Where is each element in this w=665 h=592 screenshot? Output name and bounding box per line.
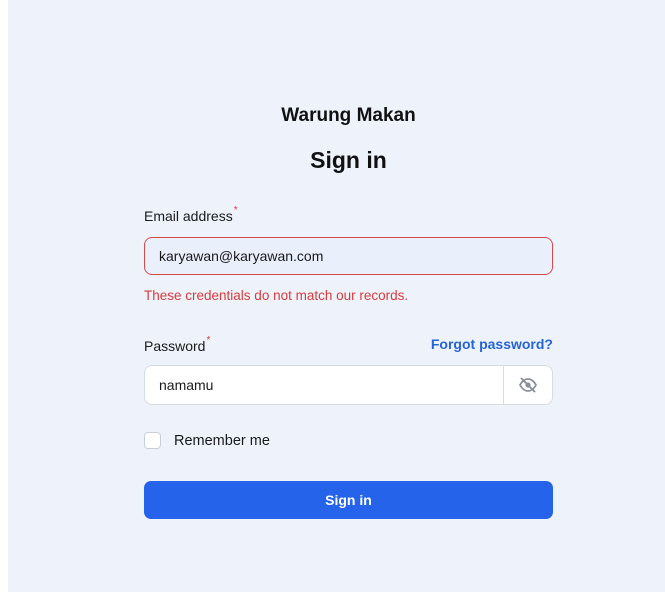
password-label: Password* (144, 335, 211, 354)
email-error-message: These credentials do not match our recor… (144, 288, 409, 303)
remember-me-row: Remember me (144, 432, 270, 449)
remember-me-label: Remember me (174, 432, 270, 449)
password-input-group (144, 365, 553, 405)
password-label-text: Password (144, 338, 206, 354)
remember-me-checkbox[interactable] (144, 432, 161, 449)
email-required-mark: * (233, 205, 238, 216)
email-label-text: Email address (144, 208, 233, 224)
password-required-mark: * (206, 335, 211, 346)
forgot-password-link[interactable]: Forgot password? (431, 336, 553, 352)
password-field[interactable] (145, 366, 505, 404)
email-field[interactable] (144, 237, 553, 275)
eye-slash-icon (518, 377, 538, 393)
page-title: Sign in (310, 147, 387, 173)
login-page: Warung Makan Sign in Email address* Thes… (8, 0, 665, 592)
brand-name: Warung Makan (281, 105, 416, 126)
sign-in-button[interactable]: Sign in (144, 481, 553, 519)
email-label: Email address* (144, 205, 238, 224)
password-visibility-toggle[interactable] (503, 366, 552, 404)
